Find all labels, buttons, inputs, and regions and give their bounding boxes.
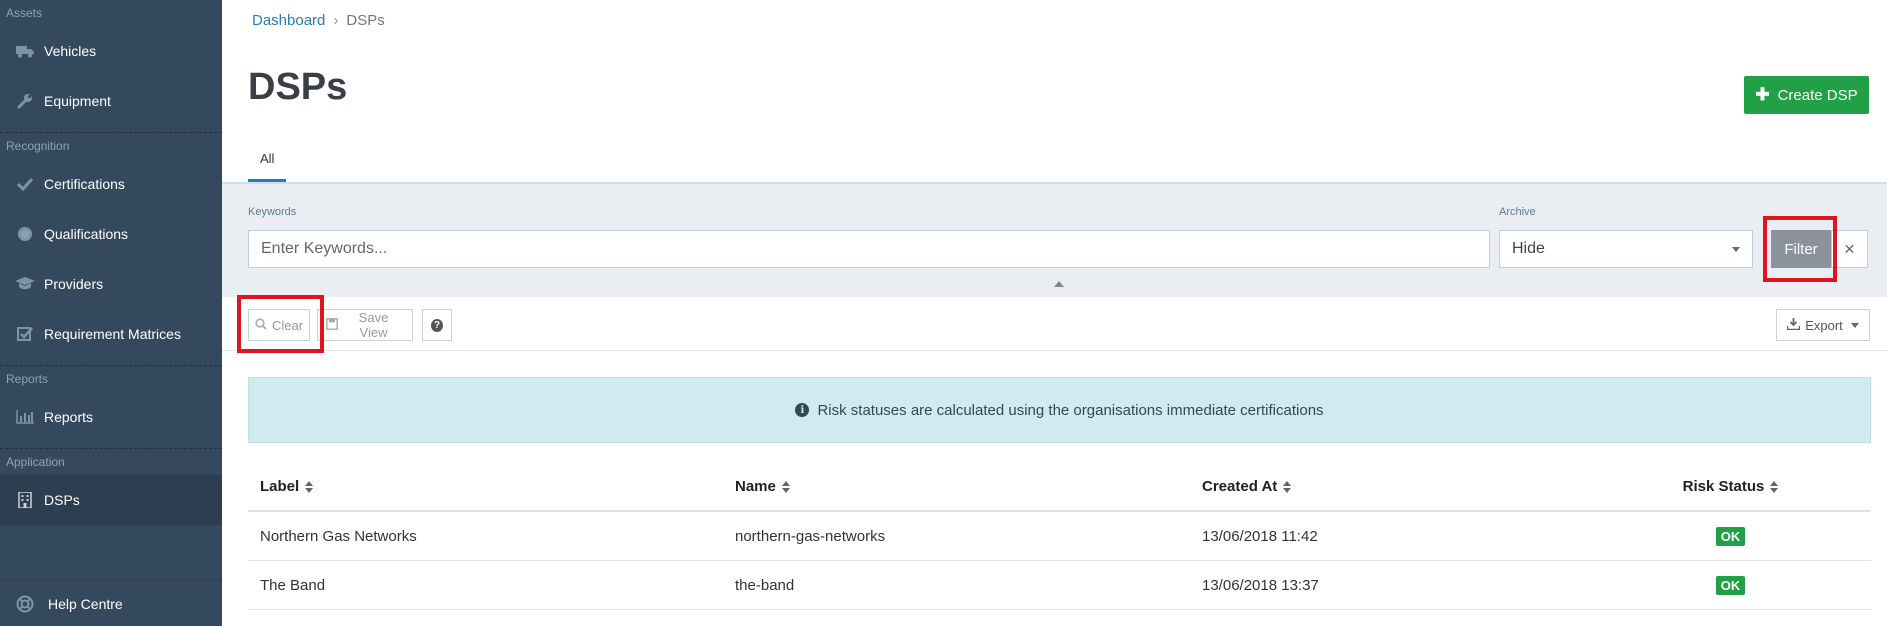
question-icon: ? [431,318,443,332]
archive-select-value: Hide [1512,240,1545,257]
keywords-label: Keywords [248,206,297,218]
truck-icon [14,42,36,60]
archive-select[interactable]: Hide [1499,230,1753,268]
sidebar-item-dsps[interactable]: DSPs [0,475,222,525]
sort-icon [1283,481,1292,494]
table-row[interactable]: The Band the-band 13/06/2018 13:37 OK [248,561,1871,610]
sidebar-item-certifications[interactable]: Certifications [0,159,222,209]
help-centre-label: Help Centre [48,595,123,612]
column-header-label[interactable]: Label [248,478,723,495]
sidebar-item-label: Reports [44,409,94,425]
certificate-icon [14,225,36,243]
archive-label: Archive [1499,206,1536,218]
close-icon: ✕ [1843,240,1856,257]
page-title: DSPs [248,66,348,108]
chevron-down-icon [1850,322,1859,328]
tabs: All [248,140,287,182]
highlight-box-filter [1763,216,1837,282]
table-row[interactable]: Northern Gas Networks northern-gas-netwo… [248,512,1871,561]
sidebar-section-application: Application [6,455,65,469]
sidebar-item-vehicles[interactable]: Vehicles [0,26,222,76]
sort-icon [781,481,790,494]
download-icon [1786,317,1801,333]
cell-name: the-band [735,576,795,594]
sidebar-item-label: Equipment [44,93,111,109]
export-label: Export [1805,317,1843,333]
sidebar-item-reports[interactable]: Reports [0,392,222,442]
breadcrumb-separator: › [333,12,339,29]
sidebar-item-label: Qualifications [44,226,129,242]
bar-chart-icon [14,408,36,426]
info-alert: i Risk statuses are calculated using the… [248,377,1871,443]
export-button[interactable]: Export [1776,309,1870,341]
sidebar: Assets Vehicles Equipment Recognition Ce… [0,0,222,626]
cell-name: northern-gas-networks [735,527,886,545]
sidebar-item-label: Vehicles [44,43,97,59]
highlight-box-clear [237,295,324,353]
column-header-created-at[interactable]: Created At [1190,478,1590,495]
keywords-input[interactable] [248,230,1490,268]
main-content: Dashboard › DSPs DSPs ✚ Create DSP All Key… [222,0,1887,626]
column-header-risk-status[interactable]: Risk Status [1590,478,1871,495]
sidebar-item-label: Requirement Matrices [44,326,181,342]
chevron-down-icon [1732,246,1740,252]
wrench-icon [14,92,36,110]
sidebar-item-label: DSPs [44,492,80,508]
plus-icon: ✚ [1755,85,1770,104]
cell-label[interactable]: The Band [248,577,723,594]
sidebar-section-reports: Reports [6,372,49,386]
toolbar: Clear Save View ? Export [222,297,1887,351]
life-ring-icon [14,595,36,613]
sidebar-item-requirement-matrices[interactable]: Requirement Matrices [0,309,222,359]
tab-all[interactable]: All [248,140,287,182]
sidebar-section-assets: Assets [6,6,43,20]
save-icon [326,317,338,333]
create-dsp-label: Create DSP [1777,86,1858,104]
sidebar-item-providers[interactable]: Providers [0,259,222,309]
breadcrumb: Dashboard › DSPs [252,12,385,29]
filter-panel: Keywords Archive Hide Filter ✕ [222,182,1887,297]
checkbox-icon [14,325,36,343]
info-icon: i [795,403,810,417]
sidebar-item-label: Providers [44,276,104,292]
dsp-table: Label Name Created At Risk Status Northe… [248,463,1871,610]
cell-created-at: 13/06/2018 13:37 [1202,576,1319,594]
breadcrumb-dashboard-link[interactable]: Dashboard [252,12,325,29]
save-view-label: Save View [358,310,389,340]
building-icon [14,491,36,509]
save-view-button[interactable]: Save View [317,309,413,341]
cell-label[interactable]: Northern Gas Networks [248,528,723,545]
sort-icon [305,481,314,494]
table-header-row: Label Name Created At Risk Status [248,463,1871,512]
sidebar-item-qualifications[interactable]: Qualifications [0,209,222,259]
check-icon [14,175,36,193]
cell-created-at: 13/06/2018 11:42 [1202,527,1318,545]
info-message: Risk statuses are calculated using the o… [817,401,1324,419]
help-button[interactable]: ? [422,309,452,341]
sidebar-section-recognition: Recognition [6,139,70,153]
help-centre-link[interactable]: Help Centre [0,580,222,626]
status-badge: OK [1715,575,1746,595]
breadcrumb-current: DSPs [346,12,385,29]
collapse-filters-icon[interactable] [1054,281,1064,287]
column-header-name[interactable]: Name [723,478,1190,495]
sidebar-item-label: Certifications [44,176,125,192]
status-badge: OK [1715,526,1746,546]
graduation-cap-icon [14,275,36,293]
sidebar-item-equipment[interactable]: Equipment [0,76,222,126]
sort-icon [1770,481,1779,494]
create-dsp-button[interactable]: ✚ Create DSP [1744,76,1869,114]
